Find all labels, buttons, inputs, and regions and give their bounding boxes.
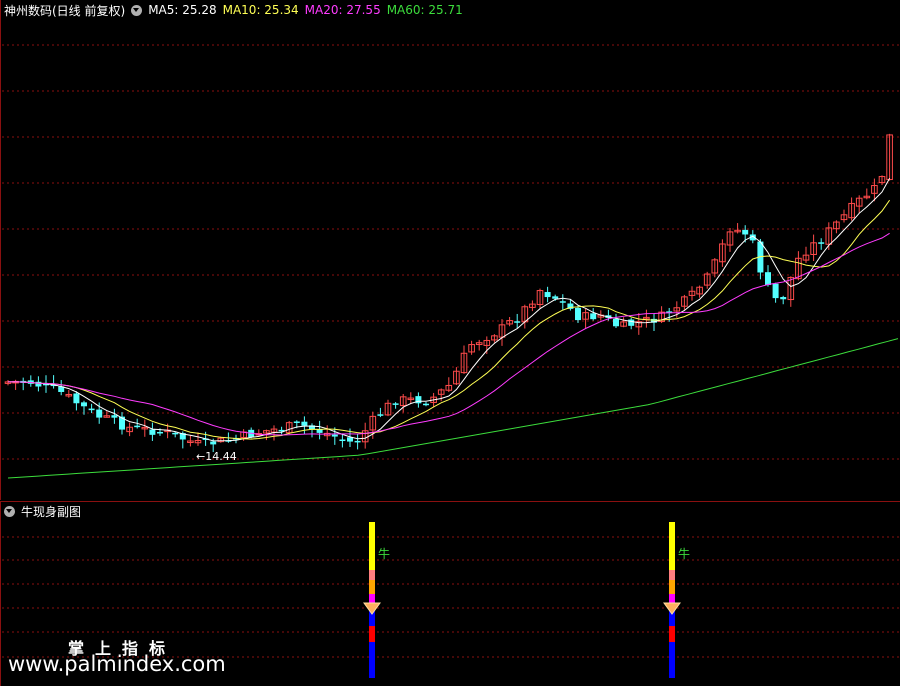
ma60-label: MA60: 25.71 [386,3,463,17]
candle-body-down [96,409,103,418]
indicator-header: 牛现身副图 [4,503,87,519]
watermark-url: www.palmindex.com [8,652,226,676]
ma10-label: MA10: 25.34 [222,3,299,17]
candle-body-down [590,313,597,320]
candle-body-down [134,425,141,428]
candle-body-down [347,437,353,442]
signal-bar-segment [669,642,675,678]
candle-body-down [111,415,118,418]
signal-bar-segment [369,580,375,594]
signal-bar-top [369,522,375,534]
indicator-title: 牛现身副图 [21,504,82,519]
candle-body-down [88,408,95,411]
candle-body-down [172,432,179,435]
ma5-label: MA5: 25.28 [148,3,217,17]
candle-body-down [293,421,300,423]
candle-body-down [339,439,346,442]
ma10-line [7,199,891,440]
candlestick-chart[interactable]: ←14.44 [0,0,900,500]
candle-body-down [35,381,42,387]
candle-body-down [575,307,581,321]
candle-body-down [818,242,825,244]
candle-body-down [331,434,338,437]
signal-bar-segment [669,626,675,642]
signal-bar-segment [369,642,375,678]
signal-label: 牛 [378,546,390,561]
signal-bar-segment [669,570,675,580]
candle-body-down [552,296,559,299]
candle-body-down [765,272,771,286]
signal-bar-top [669,522,675,534]
candle-body-down [742,229,749,235]
indicator-dropdown-icon[interactable] [4,505,15,517]
main-chart-panel[interactable]: ←14.44 神州数码(日线 前复权) MA5: 25.28 MA10: 25.… [0,0,900,500]
candle-body-down [613,318,619,327]
candle-body-down [628,319,635,326]
low-price-marker: ←14.44 [196,450,237,463]
candle-body-down [157,431,163,434]
signal-bar-segment [369,626,375,642]
candle-body-down [149,429,156,435]
dropdown-icon[interactable] [131,4,143,16]
signal-bar-segment [369,570,375,580]
stock-title: 神州数码(日线 前复权) [4,3,126,18]
candle-body-down [423,403,429,406]
signal-label: 牛 [678,546,690,561]
candle-body-down [780,297,787,300]
candle-body-down [559,301,566,303]
candle-body-down [301,421,308,426]
ma20-line [7,232,890,436]
ma20-label: MA20: 27.55 [304,3,381,17]
candle-body-down [377,414,384,416]
candle-body-down [514,321,521,323]
ma5-line [7,178,891,442]
candle-body-down [354,440,361,443]
candle-body-down [81,402,87,407]
ma60-line [7,338,899,479]
candle-body-down [210,441,217,445]
candle-body-down [392,403,399,405]
candle-body-down [544,292,551,298]
main-chart-header: 神州数码(日线 前复权) MA5: 25.28 MA10: 25.34 MA20… [4,2,469,18]
candle-body-down [772,283,779,299]
candle-body-down [73,393,80,404]
signal-bar-segment [669,580,675,594]
